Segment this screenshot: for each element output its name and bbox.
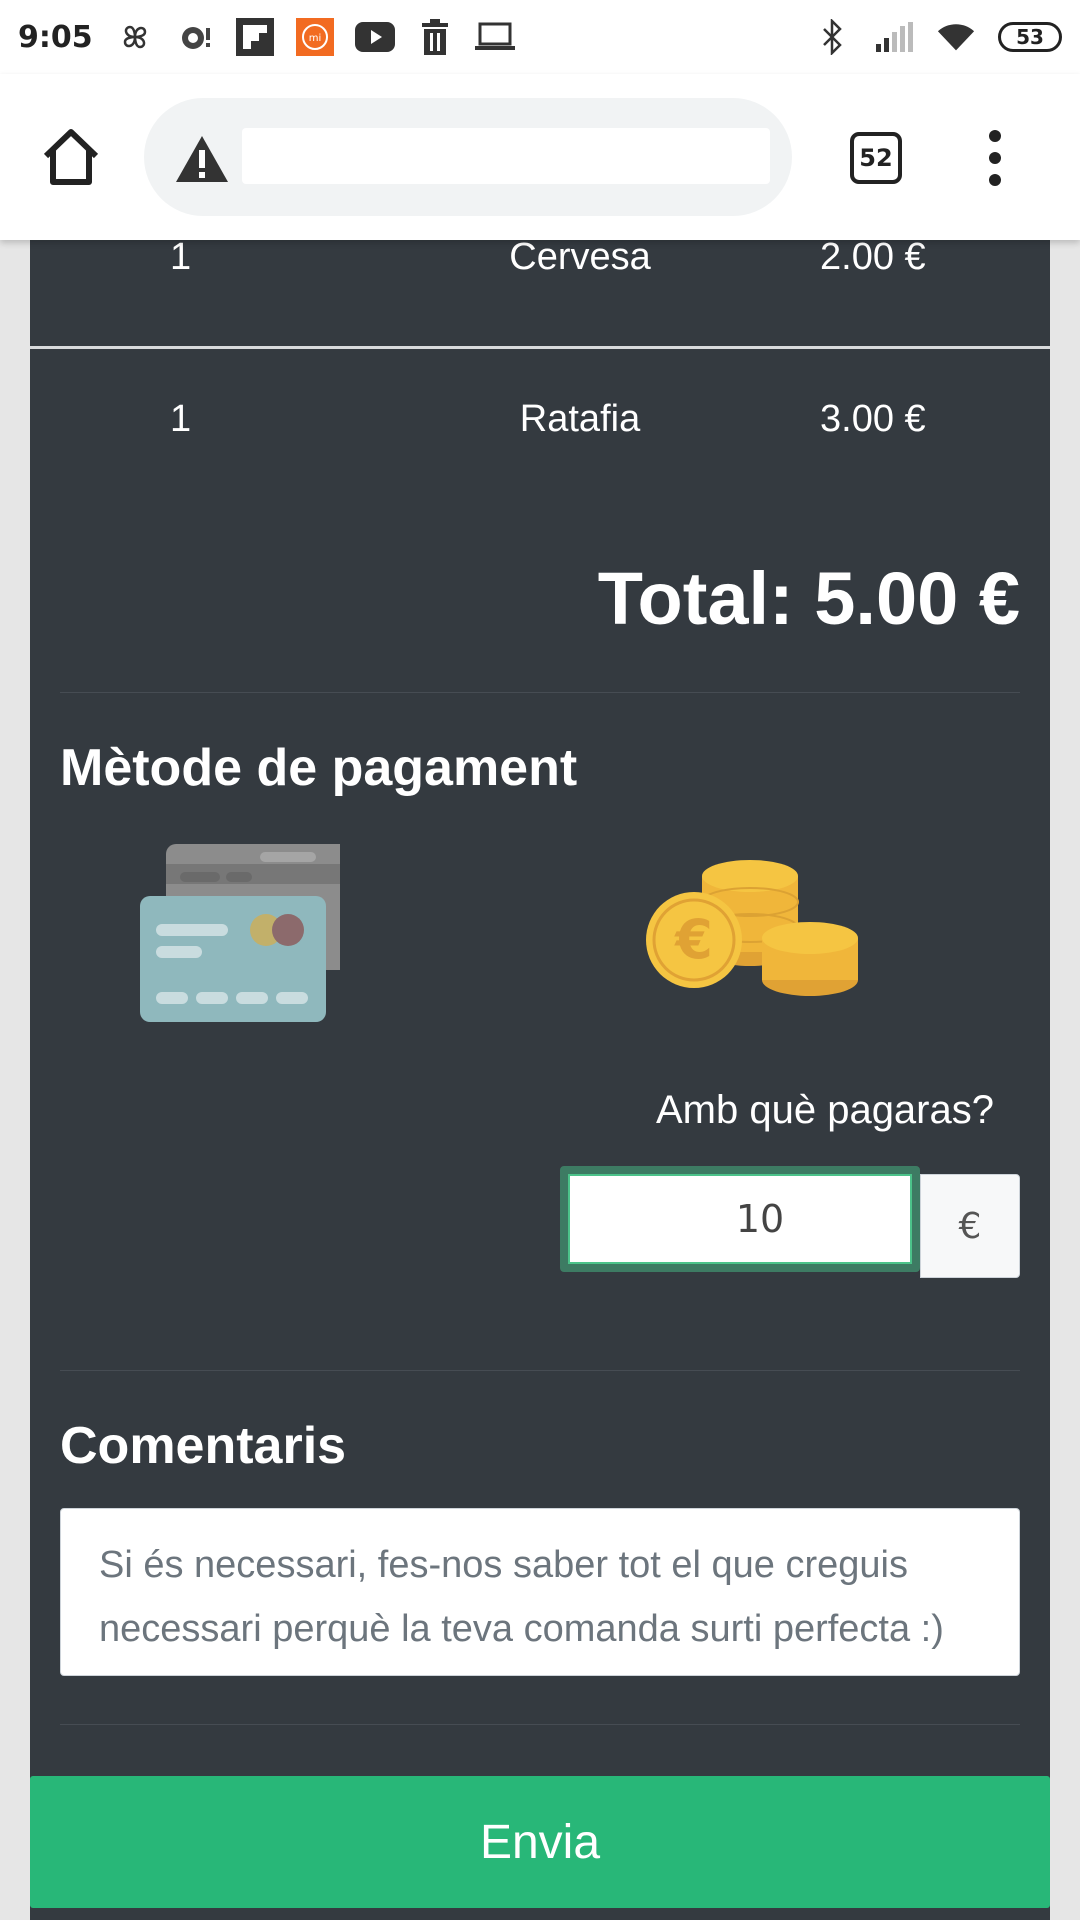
wifi-icon	[936, 17, 976, 57]
url-input[interactable]	[242, 128, 770, 184]
overflow-menu-button[interactable]	[980, 126, 1010, 190]
more-vert-icon	[989, 130, 1001, 186]
section-divider	[60, 1370, 1020, 1371]
status-right: 53	[812, 17, 1062, 57]
comments-textarea[interactable]: Si és necessari, fes-nos saber tot el qu…	[60, 1508, 1020, 1676]
status-bar: 9:05 mi 53	[0, 0, 1080, 74]
card-payment-option[interactable]	[140, 844, 354, 1024]
pinwheel-icon	[115, 17, 155, 57]
order-item-qty: 1	[170, 236, 192, 278]
mi-icon: mi	[295, 17, 335, 57]
signal-icon	[874, 17, 914, 57]
submit-button[interactable]: Envia	[30, 1776, 1050, 1908]
order-item-price: 3.00 €	[820, 398, 926, 440]
order-item-name: Cervesa	[509, 236, 651, 278]
home-button[interactable]	[38, 124, 104, 190]
comments-title: Comentaris	[60, 1417, 347, 1475]
payment-method-title: Mètode de pagament	[60, 739, 578, 797]
order-item-row: 1 Cervesa 2.00 €	[30, 236, 1050, 316]
order-item-row: 1 Ratafia 3.00 €	[30, 398, 1050, 478]
cash-amount-group: €	[560, 1166, 1020, 1278]
credit-card-icon	[140, 844, 354, 1022]
euro-coins-icon: €	[646, 860, 858, 996]
svg-text:mi: mi	[308, 33, 321, 44]
order-panel: 1 Cervesa 2.00 € 1 Ratafia 3.00 € Total:…	[30, 236, 1050, 1920]
trash-icon	[415, 17, 455, 57]
order-total: Total: 5.00 €	[597, 557, 1020, 640]
address-bar[interactable]	[144, 98, 792, 216]
flipboard-icon	[235, 17, 275, 57]
svg-text:€: €	[673, 908, 713, 971]
currency-addon: €	[920, 1174, 1020, 1278]
section-divider	[60, 692, 1020, 693]
camera-notification-icon	[175, 17, 215, 57]
cash-amount-input[interactable]	[560, 1166, 920, 1272]
row-divider	[30, 346, 1050, 349]
order-item-name: Ratafia	[519, 398, 641, 440]
section-divider	[60, 1724, 1020, 1725]
browser-toolbar: 52	[0, 74, 1080, 240]
home-icon	[43, 129, 99, 185]
warning-icon[interactable]	[174, 134, 230, 184]
notification-icons: mi	[115, 17, 515, 57]
order-item-qty: 1	[170, 398, 192, 440]
tab-switcher-button[interactable]: 52	[850, 132, 902, 184]
status-time: 9:05	[18, 19, 93, 55]
youtube-icon	[354, 17, 395, 57]
bluetooth-icon	[812, 17, 852, 57]
cash-amount-label: Amb què pagaras?	[655, 1088, 994, 1132]
laptop-icon	[474, 17, 515, 57]
order-item-price: 2.00 €	[820, 236, 926, 278]
battery-indicator: 53	[998, 22, 1062, 52]
cash-payment-option[interactable]: €	[640, 850, 880, 1010]
